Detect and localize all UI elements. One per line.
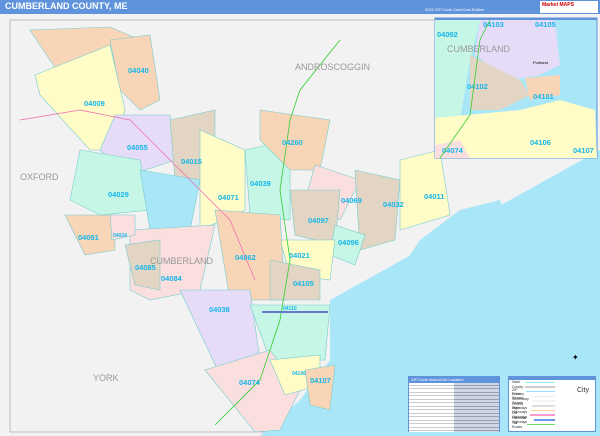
zip-label: 04040 [128, 66, 149, 75]
county-label: YORK [93, 373, 119, 383]
inset-zip-label: 04107 [573, 146, 594, 155]
zip-label: 04024 [113, 233, 127, 239]
zip-label: 04084 [161, 274, 183, 283]
zip-label: 04071 [218, 193, 239, 202]
inset-zip-label: 04101 [533, 92, 554, 101]
legend-city-sample: City [576, 387, 589, 394]
zip-label: 04009 [84, 99, 105, 108]
zip-label: 04039 [250, 179, 271, 188]
zip-index-legend: ZIP Code Index/Grid Location [408, 376, 500, 432]
legend-item: Toll Roads [509, 421, 595, 429]
zip-label: 04085 [135, 263, 156, 272]
zip-label: 04021 [289, 251, 310, 260]
zip-label: 04029 [108, 190, 129, 199]
zip-label: 04069 [341, 196, 362, 205]
zip-label: 04096 [338, 238, 359, 247]
portland-inset-map[interactable]: CUMBERLAND Portland 04092 04103 04105 04… [434, 17, 598, 159]
zip-label: 04110 [283, 306, 297, 312]
zip-area-04029[interactable] [69, 149, 151, 216]
zip-label: 04091 [78, 233, 99, 242]
north-arrow-icon: ✦ [572, 353, 579, 362]
inset-zip-label: 04102 [467, 82, 488, 91]
inset-zip-label: 04092 [437, 30, 458, 39]
map-title: CUMBERLAND COUNTY, ME [5, 1, 128, 11]
map-legend: State County ZIP Code Primary Streets Se… [508, 376, 596, 432]
zip-label: 04011 [424, 192, 444, 201]
zip-label: 04106 [292, 371, 306, 377]
county-label: ANDROSCOGGIN [295, 62, 370, 72]
publisher-logo: Market MAPS [540, 1, 598, 13]
county-label: CUMBERLAND [150, 256, 214, 266]
zip-label: 04107 [310, 376, 331, 385]
zip-label: 04097 [308, 216, 329, 225]
zip-label: 04032 [383, 200, 404, 209]
zip-label: 04062 [235, 253, 256, 262]
zip-label: 04038 [209, 305, 230, 314]
zip-label: 04105 [293, 279, 314, 288]
zip-label: 04055 [127, 143, 148, 152]
city-label-portland: Portland [533, 60, 548, 65]
zip-area-04107[interactable] [304, 364, 336, 411]
zip-label: 04074 [239, 378, 261, 387]
zip-label: 04015 [181, 157, 202, 166]
map-header: CUMBERLAND COUNTY, ME 2022 ZIP Code Colo… [0, 0, 600, 14]
zip-label: 04260 [282, 138, 303, 147]
county-label: OXFORD [20, 172, 59, 182]
county-map[interactable]: ANDROSCOGGIN OXFORD CUMBERLAND YORK 0404… [0, 14, 600, 436]
inset-zip-label: 04106 [530, 138, 551, 147]
edition-label: 2022 ZIP Code ColorCast Edition [425, 7, 485, 12]
inset-zip-label: 04105 [535, 20, 556, 29]
